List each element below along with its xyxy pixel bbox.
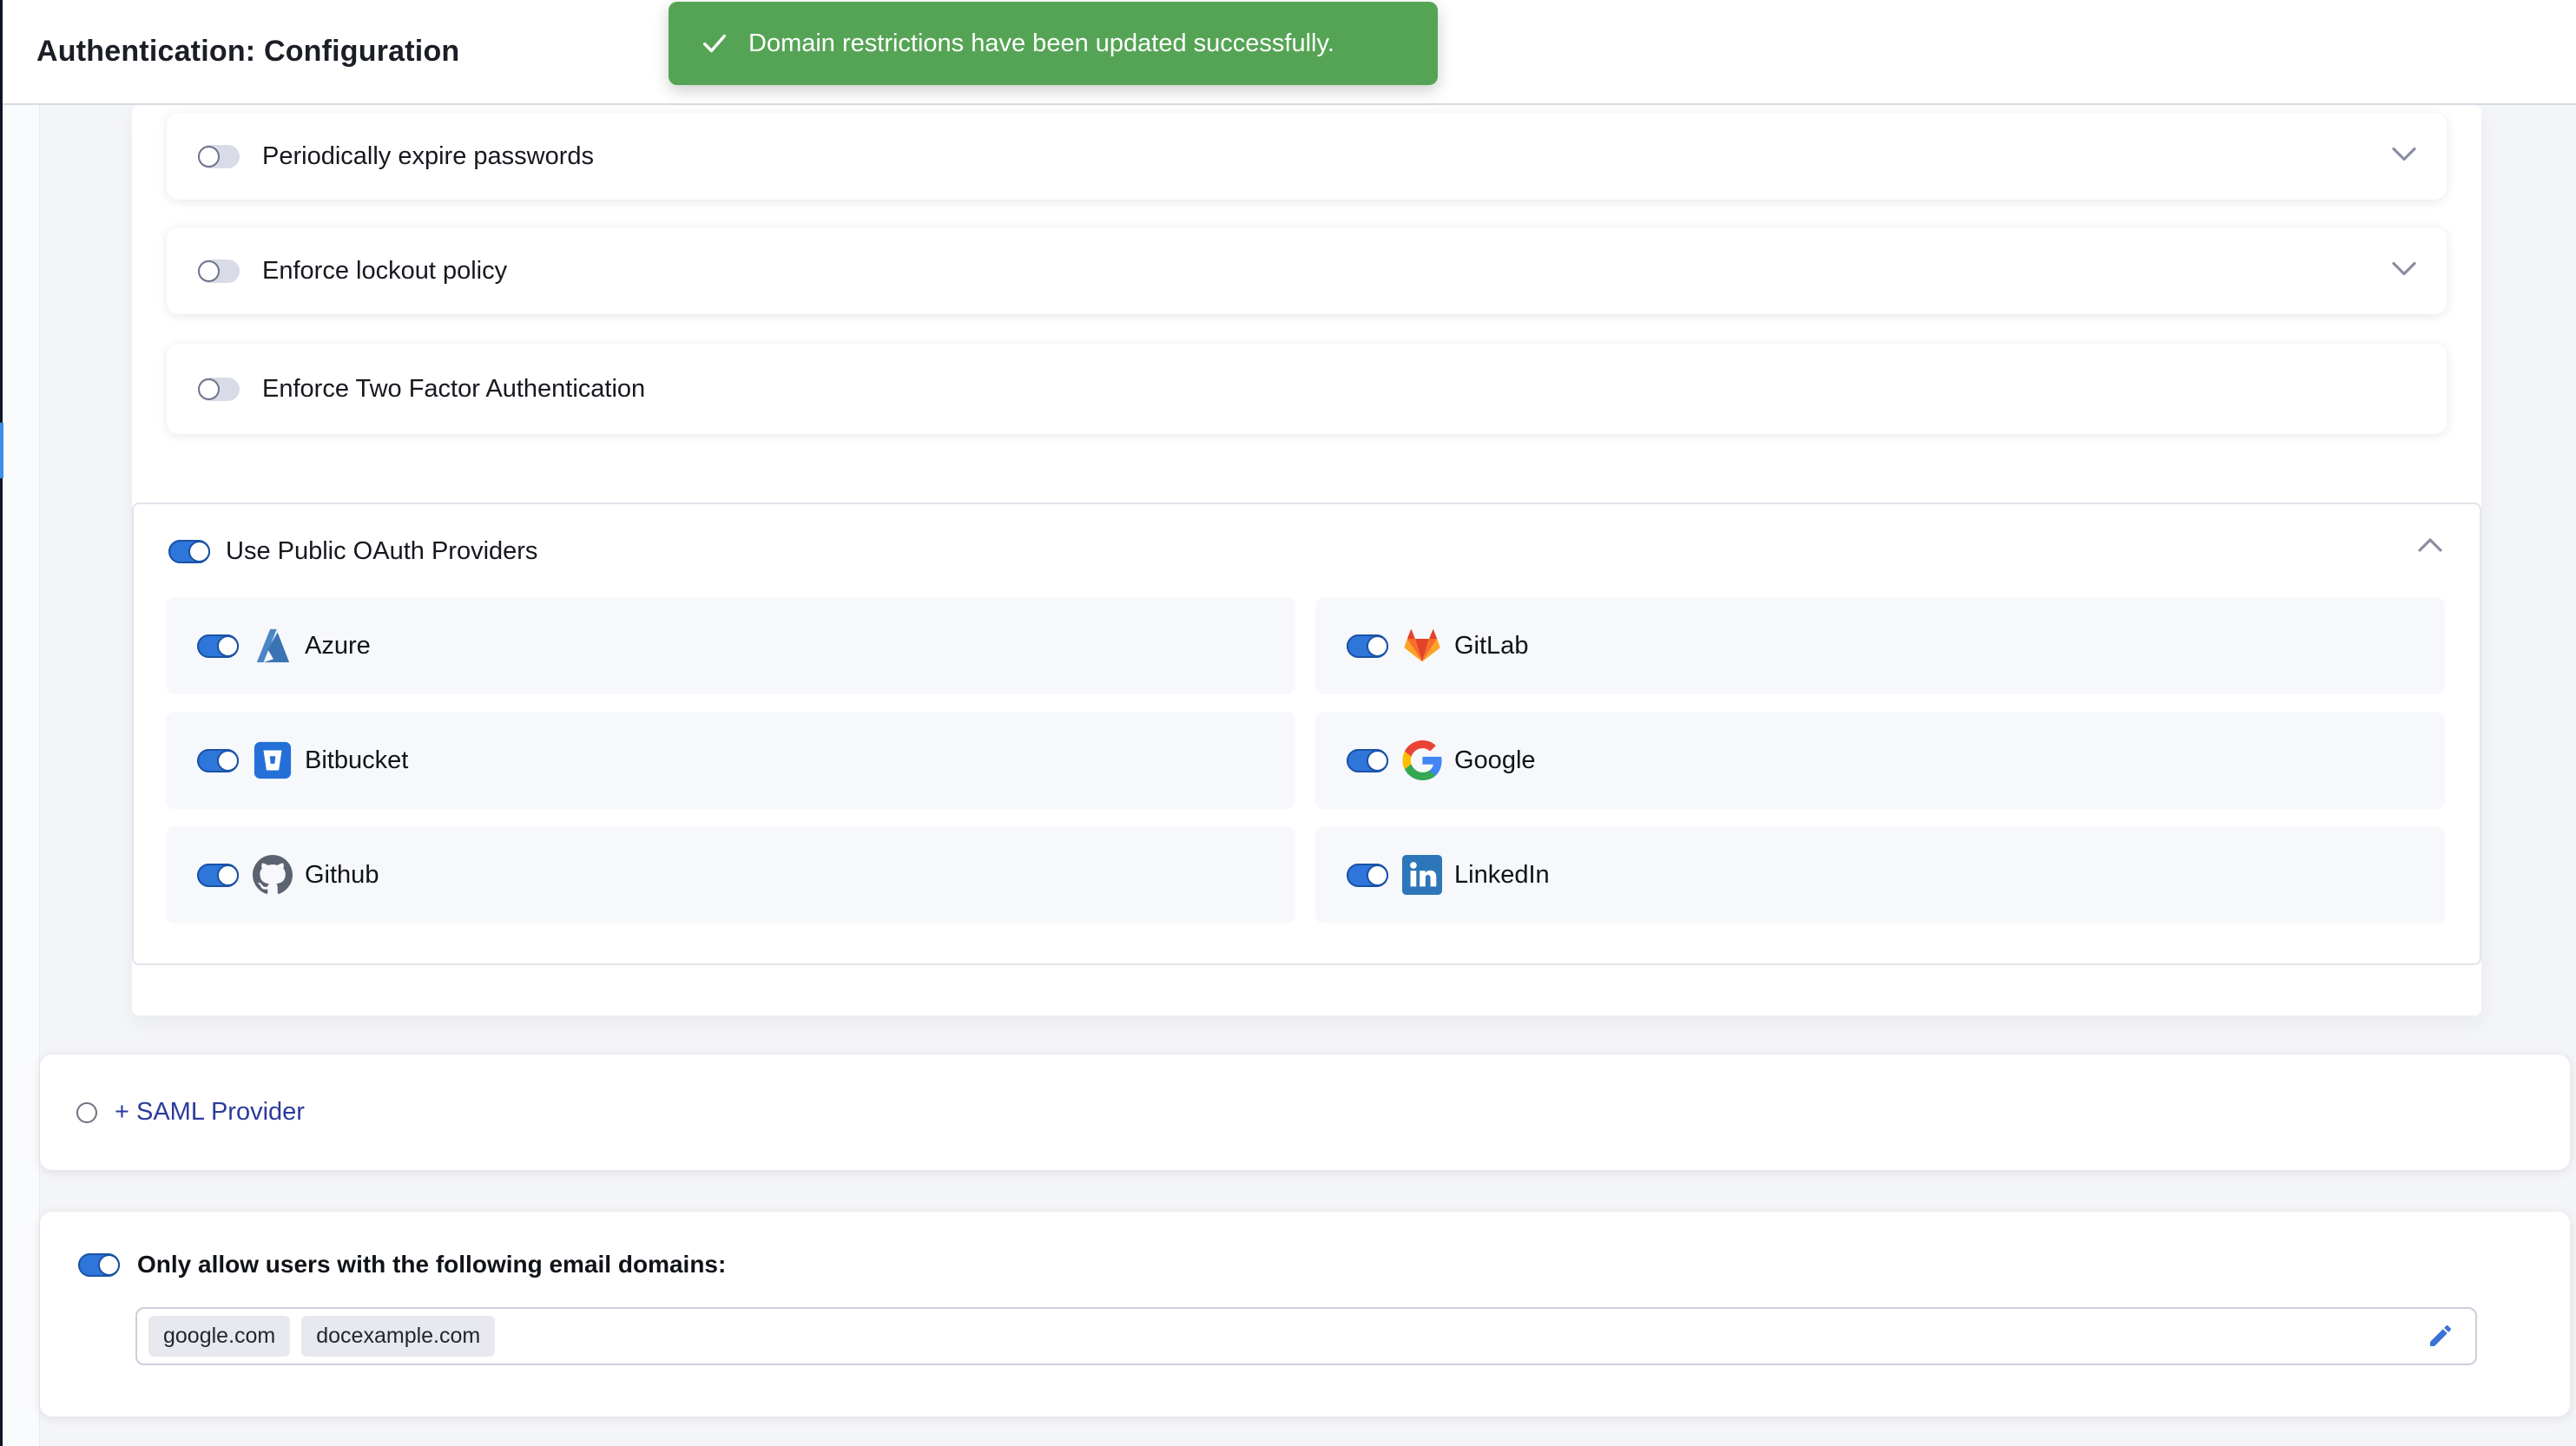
google-icon	[1402, 740, 1442, 780]
oauth-section-title: Use Public OAuth Providers	[226, 537, 537, 566]
github-toggle[interactable]	[197, 864, 239, 887]
row-enforce-two-factor: Enforce Two Factor Authentication	[167, 344, 2447, 434]
success-toast: Domain restrictions have been updated su…	[669, 2, 1438, 85]
toggle-knob	[1367, 635, 1388, 657]
provider-label: Google	[1454, 746, 1536, 775]
toggle-knob	[198, 146, 220, 168]
toast-message: Domain restrictions have been updated su…	[748, 30, 1334, 58]
email-domains-toggle[interactable]	[78, 1253, 120, 1277]
window-edge	[0, 0, 3, 1446]
provider-card-linkedin: LinkedIn	[1315, 826, 2445, 923]
provider-label: Github	[305, 861, 379, 890]
email-domains-label: Only allow users with the following emai…	[137, 1251, 726, 1278]
gitlab-icon	[1402, 626, 1442, 666]
github-icon	[253, 855, 293, 895]
toggle-knob	[188, 541, 210, 562]
oauth-section-header: Use Public OAuth Providers	[168, 530, 537, 572]
provider-label: GitLab	[1454, 632, 1528, 661]
add-saml-provider-link[interactable]: + SAML Provider	[115, 1098, 305, 1127]
lockout-policy-toggle[interactable]	[198, 260, 240, 283]
row-enforce-lockout-policy: Enforce lockout policy	[167, 227, 2447, 314]
row-label: Enforce Two Factor Authentication	[262, 375, 645, 404]
provider-label: Azure	[305, 632, 371, 661]
toggle-knob	[198, 378, 220, 400]
azure-toggle[interactable]	[197, 634, 239, 658]
email-domains-card: Only allow users with the following emai…	[40, 1212, 2570, 1416]
chevron-down-icon[interactable]	[2391, 261, 2417, 281]
domain-tag: google.com	[148, 1316, 290, 1357]
google-toggle[interactable]	[1347, 749, 1388, 772]
saml-radio[interactable]	[76, 1102, 97, 1123]
two-factor-toggle[interactable]	[198, 378, 240, 401]
page-title: Authentication: Configuration	[36, 35, 459, 69]
toggle-knob	[217, 864, 239, 886]
email-domains-input[interactable]: google.com docexample.com	[135, 1307, 2477, 1365]
provider-card-google: Google	[1315, 712, 2445, 809]
provider-label: LinkedIn	[1454, 861, 1550, 890]
collapsed-sidebar	[3, 105, 40, 1446]
domain-tag: docexample.com	[301, 1316, 495, 1357]
chevron-up-icon[interactable]	[2417, 537, 2443, 557]
email-domains-header: Only allow users with the following emai…	[78, 1243, 726, 1286]
authentication-configuration-page: Authentication: Configuration Domain res…	[0, 0, 2576, 1446]
pencil-icon[interactable]	[2427, 1322, 2456, 1351]
toggle-knob	[1367, 864, 1388, 886]
linkedin-toggle[interactable]	[1347, 864, 1388, 887]
sidebar-accent-indicator	[0, 423, 3, 478]
check-icon	[700, 29, 729, 58]
provider-label: Bitbucket	[305, 746, 408, 775]
bitbucket-toggle[interactable]	[197, 749, 239, 772]
linkedin-icon	[1402, 855, 1442, 895]
toggle-knob	[217, 750, 239, 772]
toggle-knob	[198, 260, 220, 282]
toggle-knob	[217, 635, 239, 657]
gitlab-toggle[interactable]	[1347, 634, 1388, 658]
toggle-knob	[98, 1254, 120, 1276]
row-label: Enforce lockout policy	[262, 257, 507, 286]
provider-card-github: Github	[166, 826, 1295, 923]
use-oauth-providers-toggle[interactable]	[168, 540, 210, 563]
azure-icon	[253, 626, 293, 666]
saml-provider-card: + SAML Provider	[40, 1055, 2570, 1170]
chevron-down-icon[interactable]	[2391, 147, 2417, 167]
provider-card-gitlab: GitLab	[1315, 597, 2445, 694]
toggle-knob	[1367, 750, 1388, 772]
bitbucket-icon	[253, 740, 293, 780]
expire-passwords-toggle[interactable]	[198, 145, 240, 168]
provider-card-bitbucket: Bitbucket	[166, 712, 1295, 809]
row-periodically-expire-passwords: Periodically expire passwords	[167, 113, 2447, 200]
row-label: Periodically expire passwords	[262, 142, 594, 171]
provider-card-azure: Azure	[166, 597, 1295, 694]
